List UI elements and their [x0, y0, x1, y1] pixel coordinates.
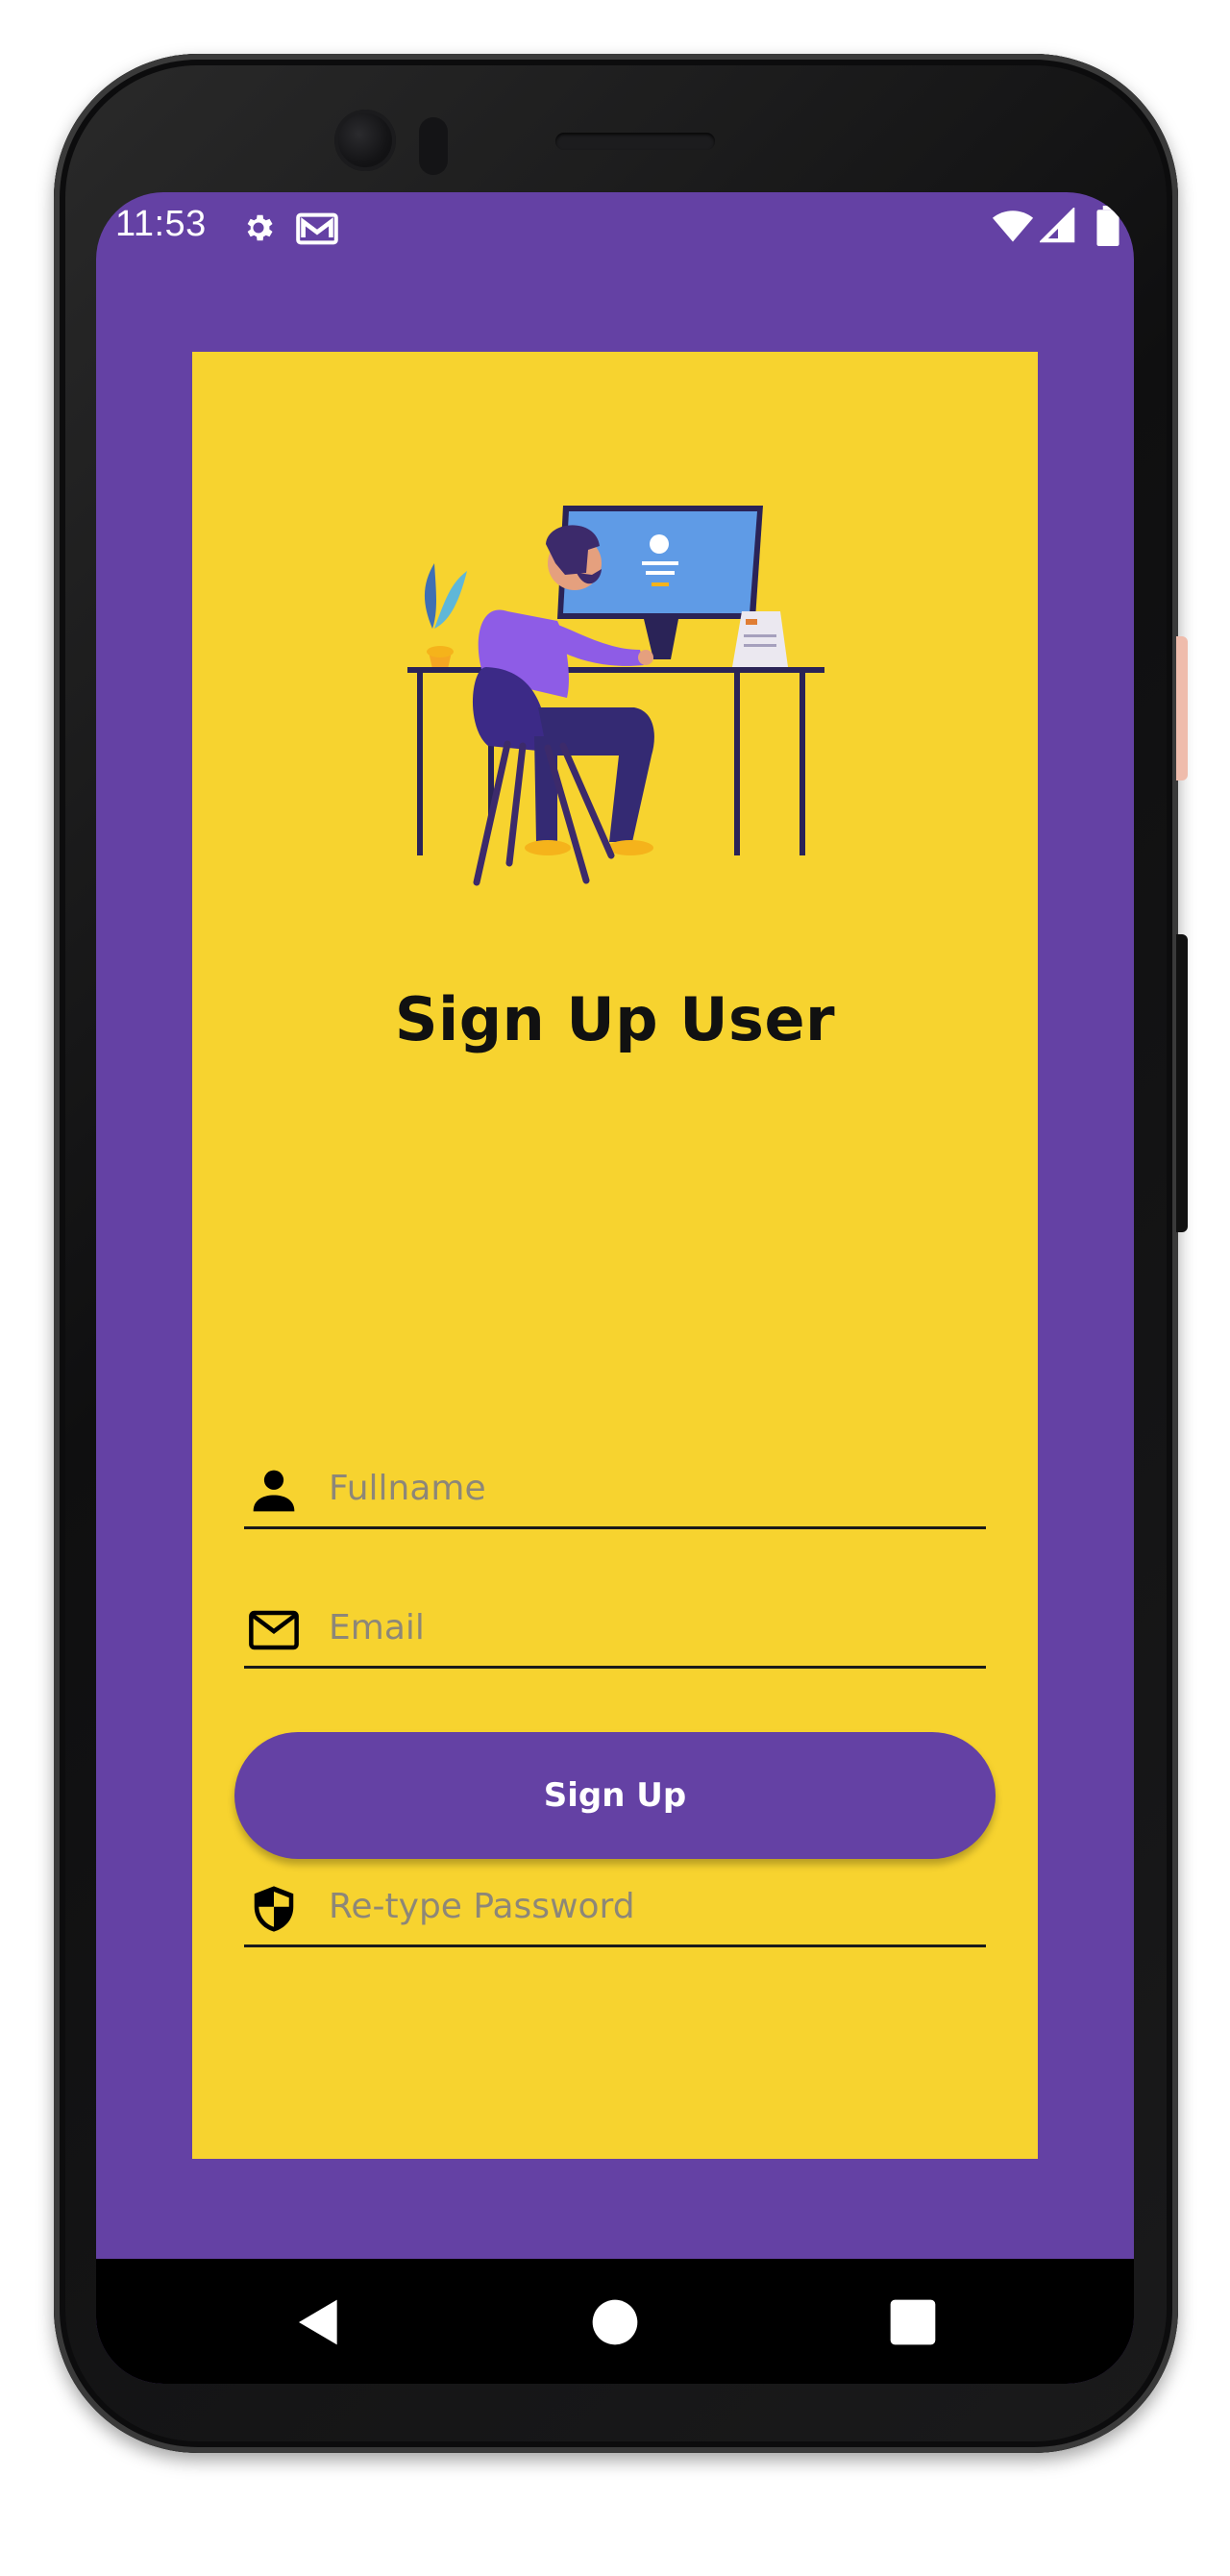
- wifi-icon: [992, 211, 1034, 242]
- sign-up-button[interactable]: Sign Up: [234, 1732, 996, 1859]
- page: 11:53 Sign Up User Fullname Email Sign U…: [0, 0, 1230, 2576]
- recents-square-icon[interactable]: [886, 2295, 940, 2349]
- settings-gear-icon: [247, 214, 273, 241]
- retype-password-field[interactable]: [244, 1858, 986, 1947]
- front-camera: [334, 110, 396, 171]
- email-input[interactable]: [329, 1598, 963, 1656]
- fullname-input[interactable]: [329, 1459, 963, 1517]
- phone-side-button-top: [1176, 636, 1188, 780]
- fullname-field[interactable]: [244, 1440, 986, 1529]
- earpiece-speaker: [555, 133, 715, 150]
- person-icon: [253, 1470, 295, 1512]
- home-circle-icon[interactable]: [588, 2295, 642, 2349]
- signal-icon: [1040, 208, 1075, 243]
- phone-power-button: [1176, 934, 1188, 1232]
- back-triangle-icon[interactable]: [292, 2295, 346, 2349]
- navigation-bar: [96, 2259, 1134, 2384]
- screen: 11:53 Sign Up User Fullname Email Sign U…: [96, 192, 1134, 2384]
- battery-icon: [1096, 206, 1119, 246]
- signup-card: Sign Up User Fullname Email Sign Up: [192, 352, 1038, 2159]
- shield-icon: [254, 1886, 294, 1932]
- gmail-icon: [296, 212, 338, 245]
- status-time: 11:53: [115, 204, 207, 244]
- person-at-computer-illustration: [407, 506, 824, 886]
- page-title: Sign Up User: [394, 984, 836, 1054]
- status-bar: 11:53: [96, 192, 1134, 260]
- retype-password-input[interactable]: [329, 1877, 963, 1935]
- mail-icon: [249, 1610, 299, 1650]
- email-field[interactable]: [244, 1579, 986, 1669]
- sensor: [419, 117, 448, 175]
